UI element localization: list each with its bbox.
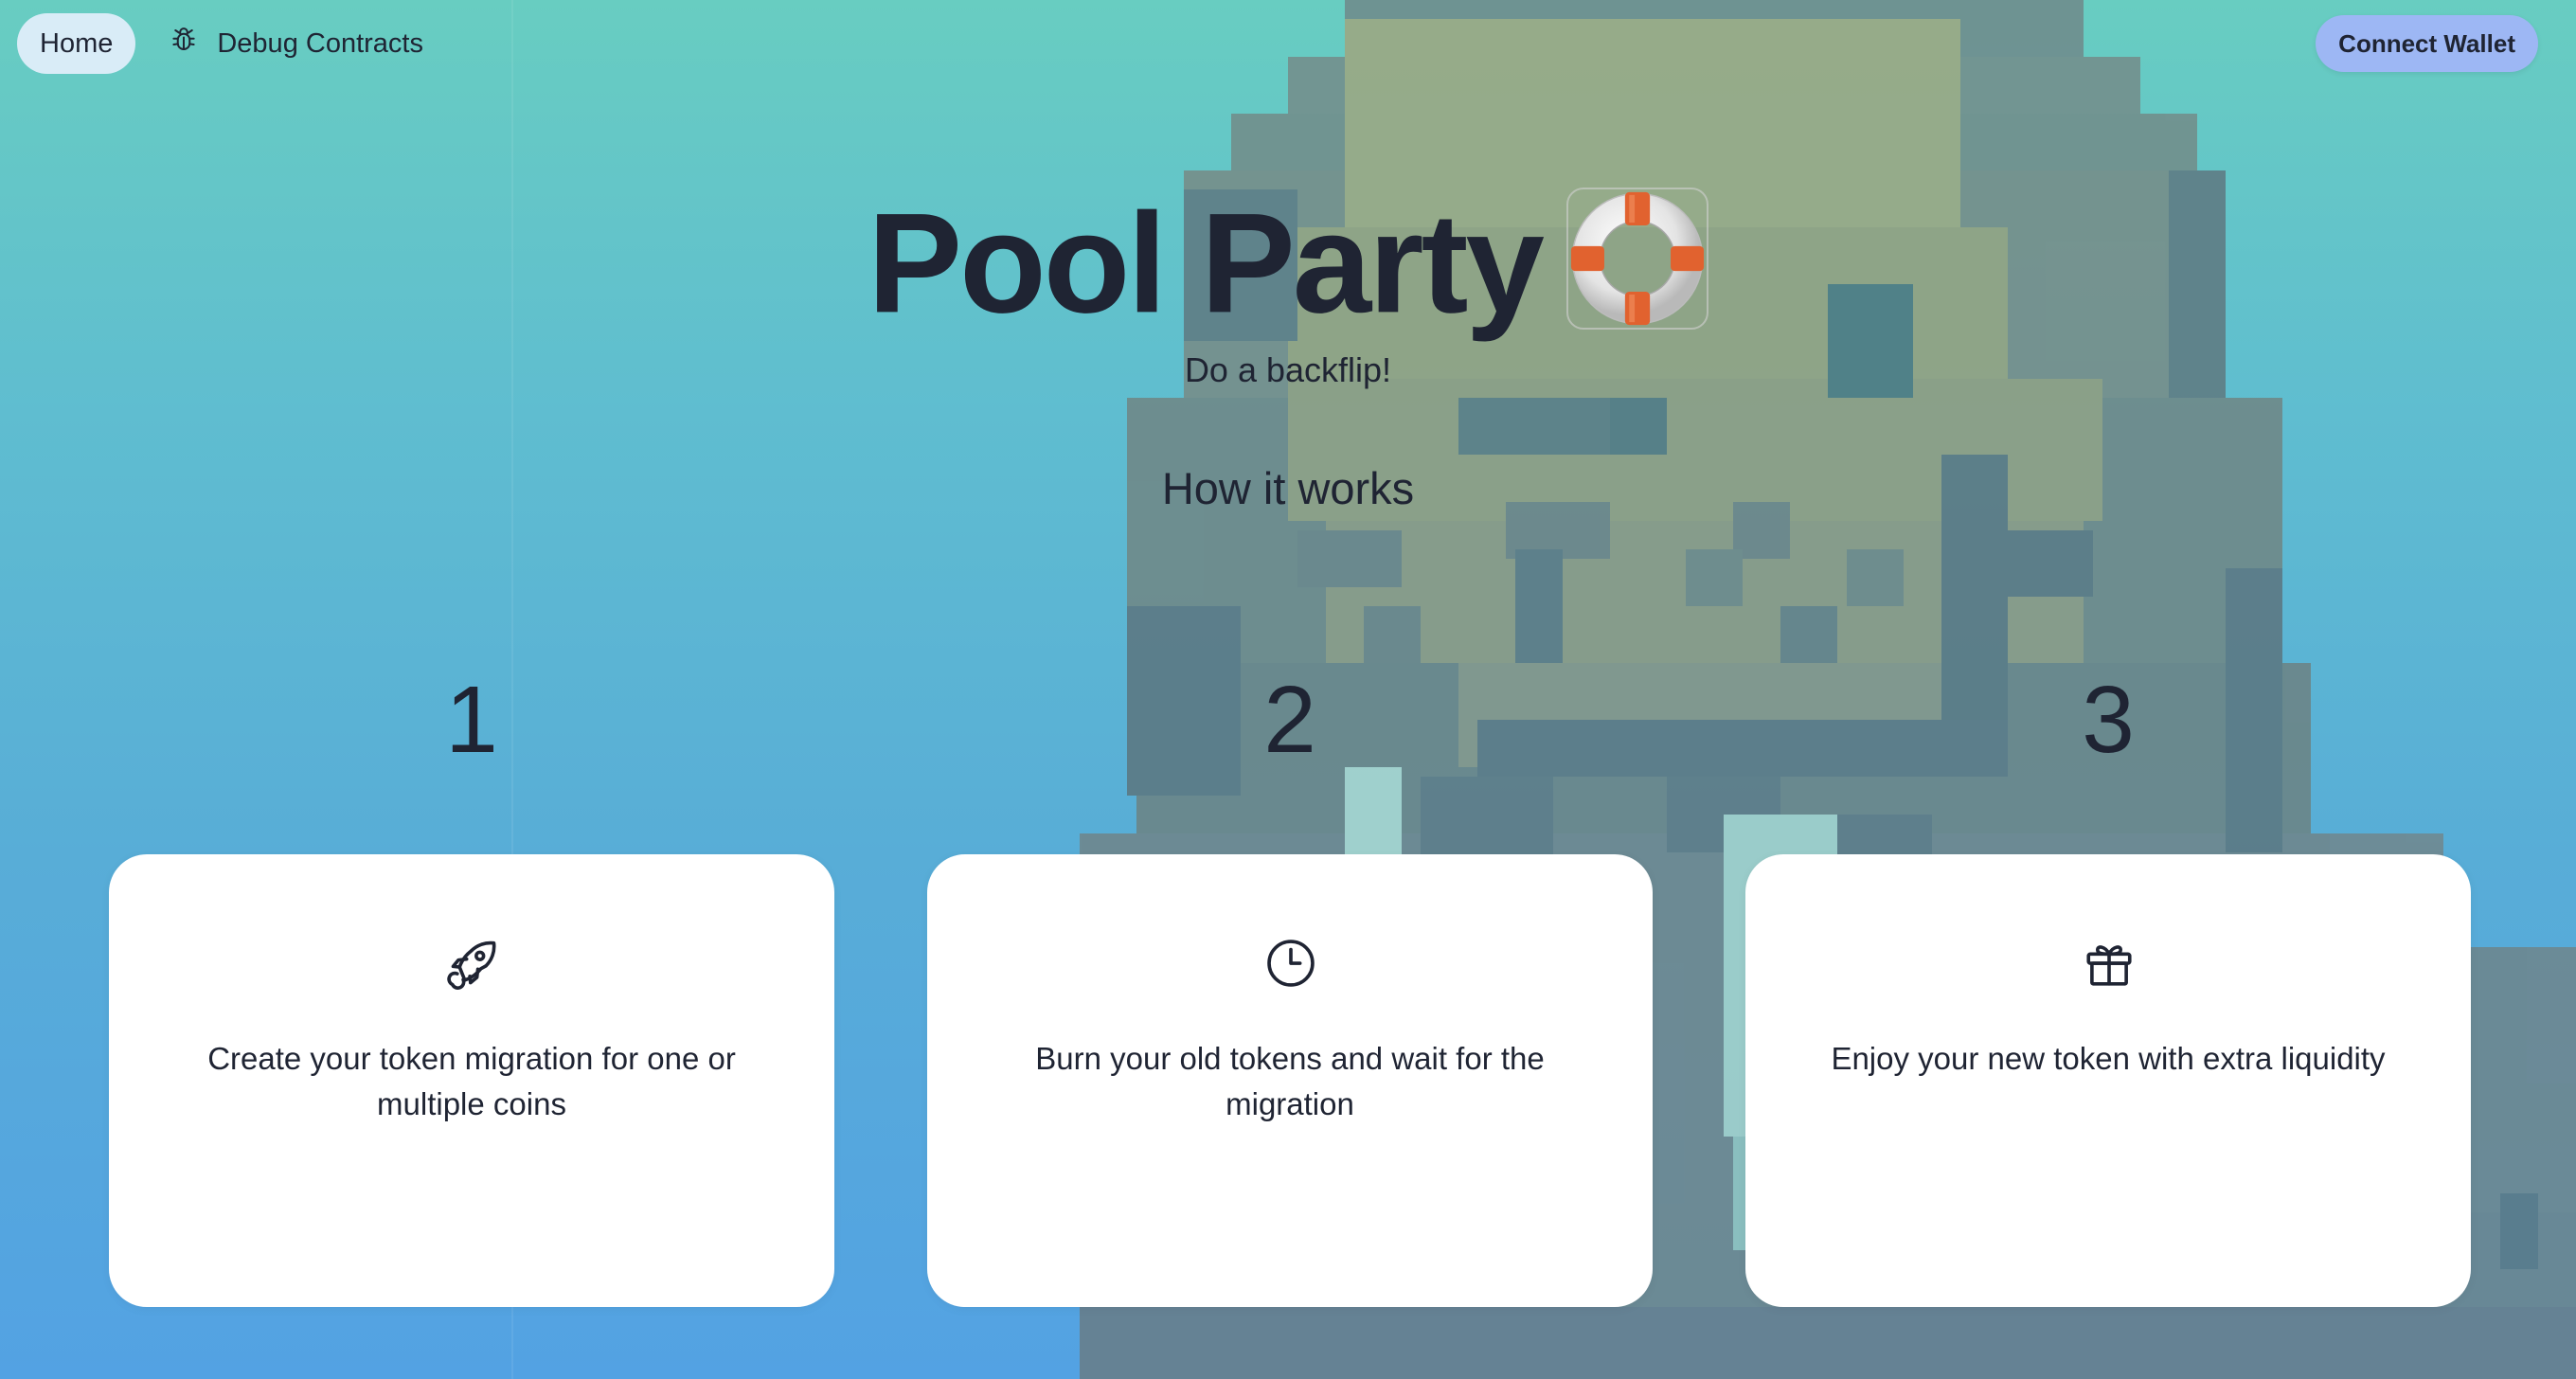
how-it-works-heading: How it works bbox=[1161, 463, 1415, 513]
connect-wallet-button[interactable]: Connect Wallet bbox=[2316, 15, 2538, 72]
bug-icon bbox=[170, 26, 198, 62]
life-ring-icon bbox=[1565, 188, 1708, 331]
step-card-1-text: Create your token migration for one or m… bbox=[207, 1041, 736, 1121]
nav-debug-contracts-link[interactable]: Debug Contracts bbox=[158, 13, 435, 74]
page-title-text: Pool Party bbox=[868, 183, 1545, 343]
step-number-1: 1 bbox=[445, 667, 498, 773]
rocket-icon bbox=[445, 936, 500, 991]
clock-icon bbox=[1263, 936, 1318, 991]
gift-icon bbox=[2082, 936, 2137, 991]
step-card-2: Burn your old tokens and wait for the mi… bbox=[927, 854, 1653, 1307]
connect-wallet-label: Connect Wallet bbox=[2338, 28, 2515, 58]
step-card-3-text: Enjoy your new token with extra liquidit… bbox=[1831, 1041, 2386, 1076]
step-card-3: Enjoy your new token with extra liquidit… bbox=[1745, 854, 2471, 1307]
step-number-2: 2 bbox=[1263, 667, 1316, 773]
step-card-2-text: Burn your old tokens and wait for the mi… bbox=[1035, 1041, 1545, 1121]
top-navigation: Home Debug Contracts bbox=[17, 13, 435, 74]
hero-tagline: Do a backflip! bbox=[1184, 350, 1392, 389]
page-title: Pool Party bbox=[0, 170, 2576, 343]
step-card-1: Create your token migration for one or m… bbox=[109, 854, 834, 1307]
nav-home-link[interactable]: Home bbox=[17, 13, 136, 74]
nav-debug-label: Debug Contracts bbox=[217, 27, 423, 59]
nav-home-label: Home bbox=[40, 27, 114, 59]
step-number-3: 3 bbox=[2082, 667, 2135, 773]
